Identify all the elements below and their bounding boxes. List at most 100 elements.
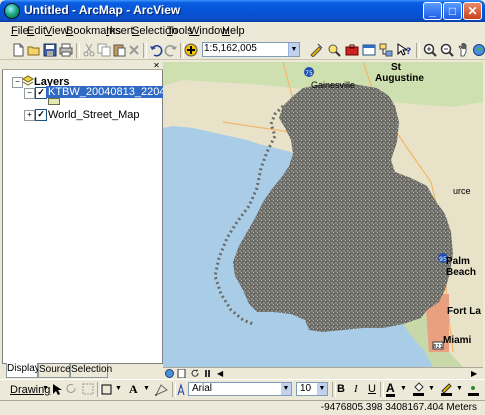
command-line-icon[interactable] (362, 43, 376, 57)
zoom-to-selected-icon[interactable] (82, 383, 94, 395)
map-horizontal-scrollbar[interactable]: ◀ ▶ (163, 367, 483, 378)
rectangle-tool-arrow-icon[interactable]: ▼ (115, 385, 122, 392)
toolbar-separator (332, 382, 336, 397)
menu-help[interactable]: Help (222, 25, 245, 37)
ktbw-legend-swatch (48, 98, 60, 105)
zoom-in-icon[interactable] (423, 43, 437, 57)
window-title: Untitled - ArcMap - ArcView (24, 3, 181, 17)
fill-color-arrow-icon[interactable]: ▼ (428, 385, 435, 392)
font-size-dropdown-arrow-icon[interactable]: ▼ (317, 383, 327, 395)
toolbar-separator (380, 382, 384, 397)
menu-insert[interactable]: Insert (106, 25, 134, 37)
copy-icon[interactable] (97, 43, 111, 57)
font-size-value: 10 (300, 383, 312, 394)
toc-close-icon[interactable]: ✕ (152, 62, 161, 70)
city-label-palm: Palm (446, 256, 470, 267)
maximize-button[interactable]: □ (443, 2, 462, 20)
table-of-contents (2, 62, 163, 364)
cursor-coordinates: -9476805.398 3408167.404 Meters (320, 402, 477, 413)
cut-icon[interactable] (82, 43, 96, 57)
city-label-gainesville: Gainesville (311, 80, 356, 90)
ktbw-layer-name[interactable]: KTBW_20040813_220435 (46, 86, 180, 98)
font-name-dropdown-arrow-icon[interactable]: ▼ (281, 383, 291, 395)
whats-this-help-icon[interactable]: ? (397, 43, 411, 57)
scale-dropdown-arrow-icon[interactable]: ▼ (288, 43, 299, 56)
editor-toolbar-icon[interactable] (309, 43, 323, 57)
select-elements-arrow-icon[interactable] (52, 383, 62, 396)
city-label-st: St (391, 62, 401, 73)
line-color-arrow-icon[interactable]: ▼ (456, 385, 463, 392)
tab-selection[interactable]: Selection (70, 364, 112, 378)
toolbar-separator (76, 43, 80, 58)
arctoolbox-icon[interactable] (345, 43, 359, 57)
world-street-map-checkbox[interactable]: ✓ (35, 109, 47, 121)
font-icon (177, 383, 185, 396)
toc-tab-strip: Display Source Selection (2, 363, 163, 378)
bold-button[interactable]: B (337, 383, 345, 395)
tab-display[interactable]: Display (6, 363, 40, 378)
world-street-map-layer-name[interactable]: World_Street_Map (48, 109, 140, 121)
map-display[interactable]: 75 95 821 St Augustine Gainesville urce … (163, 62, 483, 367)
font-color-arrow-icon[interactable]: ▼ (400, 385, 407, 392)
world-street-map-expand-icon[interactable]: + (24, 110, 35, 121)
fill-color-bucket-icon[interactable] (412, 382, 425, 396)
minimize-icon: _ (429, 4, 436, 18)
zoom-out-icon[interactable] (440, 43, 454, 57)
edit-vertices-icon[interactable] (155, 383, 168, 396)
data-view-icon[interactable] (165, 369, 174, 378)
tab-source[interactable]: Source (38, 364, 71, 378)
save-icon[interactable] (43, 43, 57, 57)
toc-title-strip[interactable] (2, 62, 163, 70)
layout-view-icon[interactable] (177, 369, 186, 378)
text-tool-icon[interactable]: A (129, 382, 138, 397)
ktbw-layer-collapse-icon[interactable]: − (24, 88, 35, 99)
menu-edit[interactable]: Edit (27, 25, 46, 37)
toolbar-separator (416, 43, 420, 58)
underline-button[interactable]: U (368, 383, 376, 395)
minimize-button[interactable]: _ (423, 2, 442, 20)
city-label-augustine: Augustine (375, 73, 424, 84)
drawing-menu-arrow-icon[interactable]: ▼ (42, 385, 49, 392)
line-color-pen-icon[interactable] (440, 382, 453, 396)
city-label-fort-la: Fort La (447, 306, 481, 317)
redo-icon[interactable] (164, 43, 178, 57)
city-label-urce: urce (453, 186, 471, 196)
open-folder-icon[interactable] (27, 43, 41, 57)
arctoolbox-search-icon[interactable] (327, 43, 341, 57)
paste-icon[interactable] (112, 43, 126, 57)
menu-bar: File Edit View Bookmarks Insert Selectio… (0, 22, 485, 40)
undo-icon[interactable] (149, 43, 163, 57)
delete-icon[interactable] (127, 43, 141, 57)
svg-text:?: ? (406, 47, 411, 57)
refresh-icon[interactable] (191, 369, 200, 378)
add-data-icon[interactable] (184, 43, 198, 57)
interstate-75-shield: 75 (305, 70, 313, 77)
marker-color-icon[interactable] (467, 382, 480, 396)
font-size-combobox[interactable]: 10 ▼ (296, 382, 328, 396)
route-821-shield: 821 (433, 344, 443, 350)
close-button[interactable]: ✕ (463, 2, 482, 20)
arcmap-app-icon[interactable] (4, 3, 20, 19)
toolbar-separator (143, 43, 147, 58)
rotate-icon[interactable] (66, 383, 78, 395)
map-scale-value: 1:5,162,005 (204, 43, 257, 54)
full-extent-globe-icon[interactable] (472, 43, 485, 57)
close-icon: ✕ (467, 4, 478, 18)
basemap-and-radar: 75 95 821 (163, 62, 483, 367)
model-builder-icon[interactable] (379, 43, 393, 57)
pan-hand-icon[interactable] (457, 43, 471, 57)
font-color-icon[interactable]: A (386, 382, 395, 397)
maximize-icon: □ (448, 4, 457, 18)
pause-drawing-icon[interactable] (203, 369, 212, 378)
font-name-combobox[interactable]: Arial ▼ (188, 382, 292, 396)
city-label-beach: Beach (446, 267, 477, 278)
text-tool-arrow-icon[interactable]: ▼ (143, 385, 150, 392)
layers-dataframe-icon (22, 75, 34, 86)
font-name-value: Arial (192, 383, 213, 394)
scroll-right-arrow-icon[interactable]: ▶ (471, 369, 477, 378)
new-document-icon[interactable] (11, 43, 25, 57)
scroll-left-arrow-icon[interactable]: ◀ (217, 369, 223, 378)
rectangle-tool-icon[interactable] (101, 384, 112, 395)
italic-button[interactable]: I (354, 383, 358, 395)
print-icon[interactable] (59, 43, 73, 57)
